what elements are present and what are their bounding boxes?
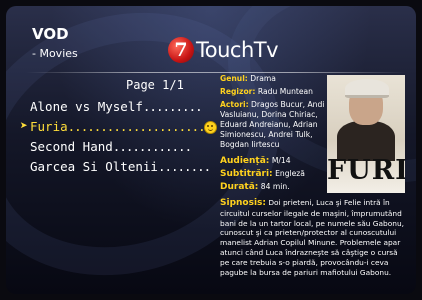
audience-value: M/14 <box>271 156 291 165</box>
movie-title: Furia <box>30 119 68 134</box>
duration-value: 84 min. <box>260 182 290 191</box>
leader-dots: ............ <box>112 139 192 154</box>
list-item[interactable]: Alone vs Myself......... <box>30 97 230 117</box>
logo-mark-icon: 7 <box>168 37 194 63</box>
list-item[interactable]: Garcea Si Oltenii........ <box>30 157 230 177</box>
smiley-icon <box>204 121 217 134</box>
touchtv-logo: 7 TouchTv <box>168 37 279 63</box>
movie-title: Second Hand <box>30 139 113 154</box>
movie-title: Garcea Si Oltenii <box>30 159 158 174</box>
subtitles-label: Subtitrări: <box>220 169 273 179</box>
actors-label: Actori: <box>220 100 249 109</box>
synopsis-label: Sipnosis: <box>220 198 266 208</box>
leader-dots: ........ <box>157 159 211 174</box>
movie-title: Alone vs Myself <box>30 99 143 114</box>
movie-list: Alone vs Myself......... ➤ Furia........… <box>20 97 230 177</box>
list-item-selected[interactable]: ➤ Furia...................... <box>20 117 230 137</box>
subtitles-row: Subtitrări: Engleză <box>220 169 330 179</box>
genre-value: Drama <box>250 74 276 83</box>
subsection-title: - Movies <box>32 47 78 60</box>
selection-arrow-icon: ➤ <box>20 119 28 134</box>
subtitles-value: Engleză <box>275 169 305 178</box>
leader-dots: ...................... <box>67 119 213 134</box>
logo-text: TouchTv <box>196 38 279 62</box>
synopsis: Sipnosis: Doi prieteni, Luca şi Felie in… <box>220 198 406 277</box>
audience-row: Audiență: M/14 <box>220 156 330 166</box>
synopsis-text: Doi prieteni, Luca şi Felie intră în cir… <box>220 198 404 277</box>
page-indicator: Page 1/1 <box>126 78 184 92</box>
vod-screen: VOD - Movies 7 TouchTv Page 1/1 Alone vs… <box>6 6 416 294</box>
duration-row: Durată: 84 min. <box>220 182 330 192</box>
leader-dots: ......... <box>142 99 203 114</box>
director-label: Regizor: <box>220 87 256 96</box>
director-value: Radu Muntean <box>257 87 313 96</box>
director-row: Regizor: Radu Muntean <box>220 87 330 97</box>
poster-figure <box>345 79 389 98</box>
actors-row: Actori: Dragos Bucur, Andi Vasluianu, Do… <box>220 100 330 150</box>
header-divider <box>26 72 406 73</box>
section-title: VOD <box>32 25 69 43</box>
audience-label: Audiență: <box>220 156 270 166</box>
movie-details: Genul: Drama Regizor: Radu Muntean Actor… <box>220 74 330 195</box>
list-item[interactable]: Second Hand............ <box>30 137 230 157</box>
movie-poster: FURIA <box>327 75 405 193</box>
genre-row: Genul: Drama <box>220 74 330 84</box>
duration-label: Durată: <box>220 182 259 192</box>
poster-title: FURIA <box>327 155 405 186</box>
genre-label: Genul: <box>220 74 248 83</box>
